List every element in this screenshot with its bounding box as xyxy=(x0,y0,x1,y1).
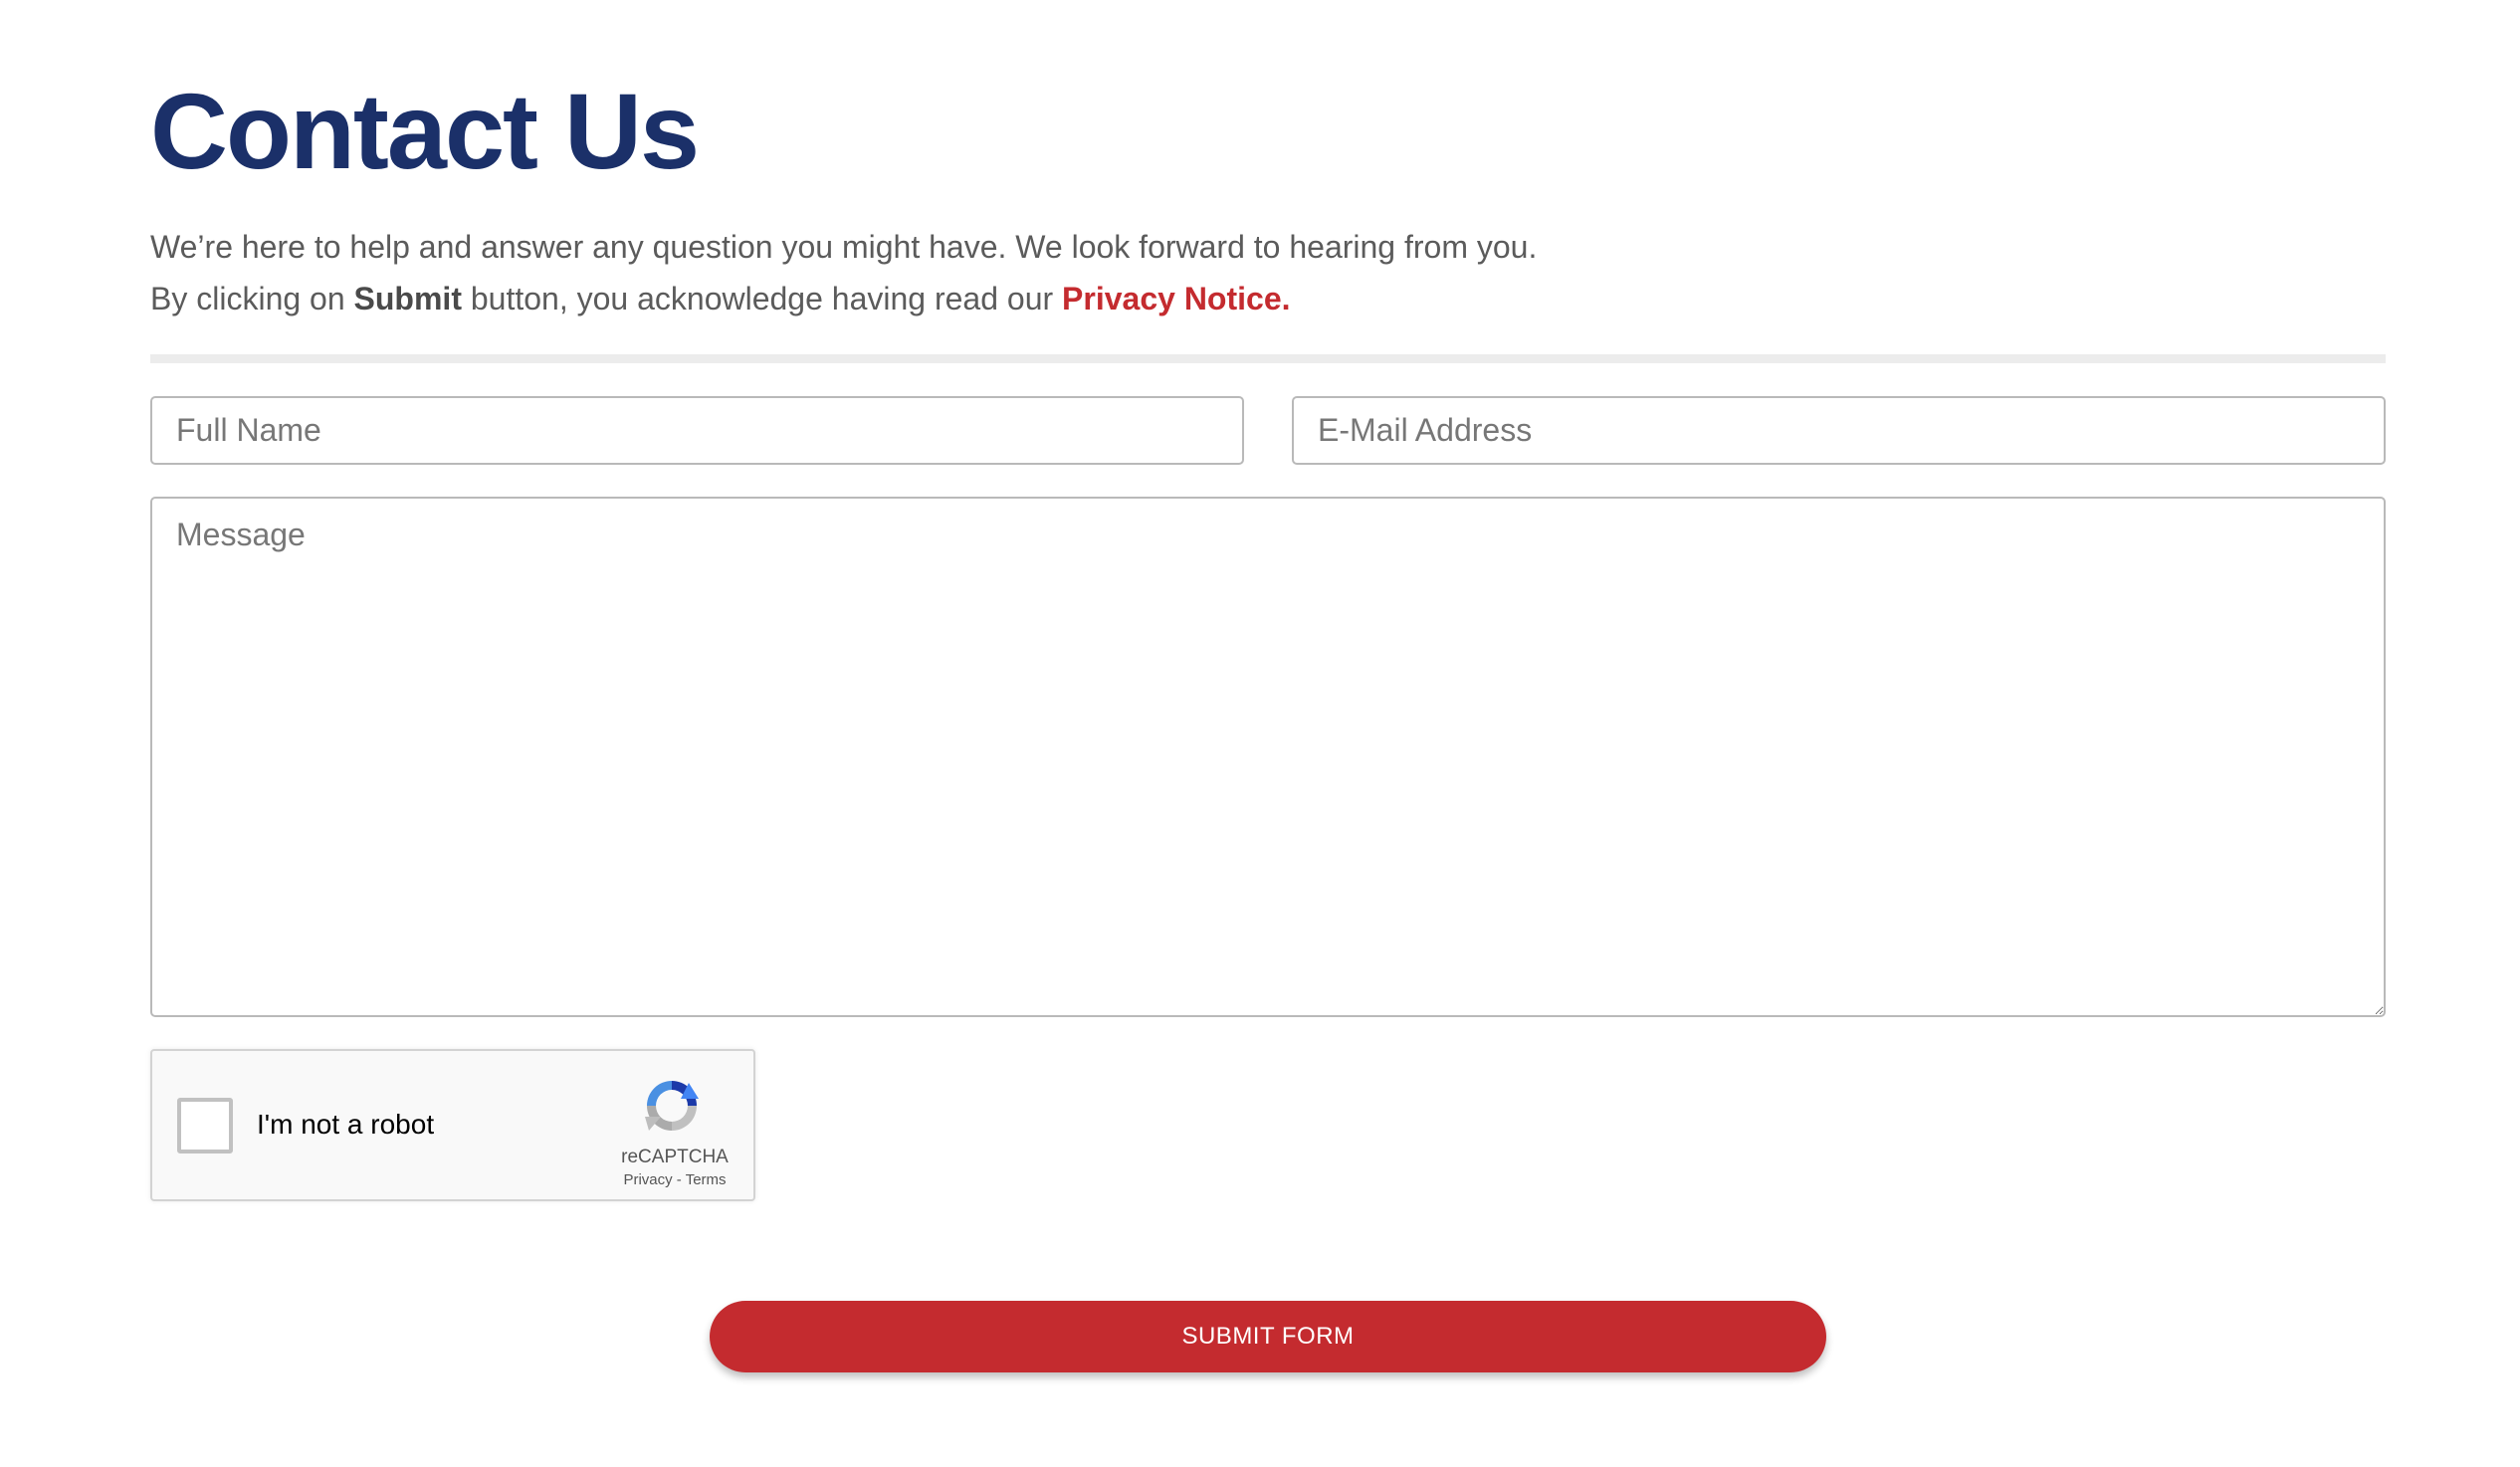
recaptcha-checkbox[interactable] xyxy=(177,1098,233,1153)
privacy-notice-link[interactable]: Privacy Notice xyxy=(1062,281,1282,316)
intro-text: We’re here to help and answer any questi… xyxy=(150,221,1537,324)
recaptcha-widget: I'm not a robot reCAPTCHA Privacy - Term… xyxy=(150,1049,755,1201)
submit-form-button[interactable]: SUBMIT FORM xyxy=(710,1301,1826,1372)
submit-keyword: Submit xyxy=(353,281,462,316)
recaptcha-privacy-link[interactable]: Privacy xyxy=(623,1171,672,1188)
recaptcha-separator: - xyxy=(672,1171,686,1188)
message-textarea[interactable] xyxy=(150,497,2386,1017)
recaptcha-brand: reCAPTCHA xyxy=(621,1147,729,1167)
recaptcha-logo-icon xyxy=(645,1081,699,1131)
intro-line-2-prefix: By clicking on xyxy=(150,281,354,316)
recaptcha-links: Privacy - Terms xyxy=(605,1171,744,1188)
recaptcha-terms-link[interactable]: Terms xyxy=(686,1171,727,1188)
page-title: Contact Us xyxy=(150,71,700,191)
full-name-input[interactable] xyxy=(150,396,1244,465)
intro-line-2-middle: button, you acknowledge having read our xyxy=(461,281,1063,316)
recaptcha-label: I'm not a robot xyxy=(257,1109,435,1140)
email-input[interactable] xyxy=(1292,396,2386,465)
intro-line-2: By clicking on Submit button, you acknow… xyxy=(150,273,1537,324)
intro-line-2-suffix: . xyxy=(1281,281,1291,316)
intro-line-1: We’re here to help and answer any questi… xyxy=(150,229,1538,265)
divider xyxy=(150,354,2386,363)
